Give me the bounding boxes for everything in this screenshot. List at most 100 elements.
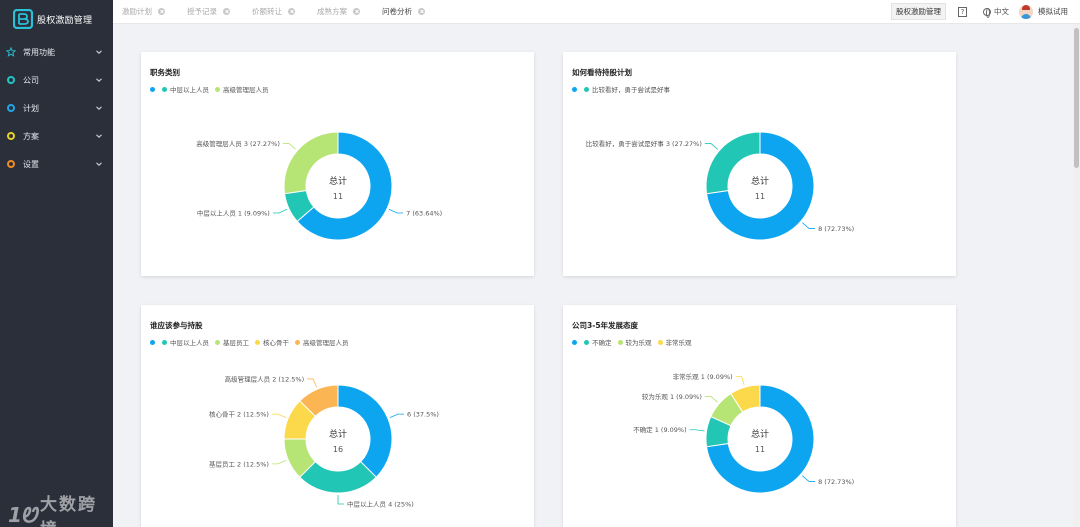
center-label: 总计 (329, 175, 347, 187)
ring-icon (6, 131, 16, 141)
center-label: 总计 (329, 428, 347, 440)
sidebar-item-label: 计划 (23, 103, 39, 113)
chevron-down-icon (95, 48, 103, 56)
close-icon[interactable] (353, 8, 360, 15)
slice-label: 高级管理层人员 3 (27.27%) (196, 139, 280, 148)
ring-icon (6, 103, 16, 113)
slice-label: 基层员工 2 (12.5%) (209, 459, 269, 468)
chevron-down-icon (95, 160, 103, 168)
sidebar-item-1[interactable]: 公司 (0, 66, 113, 94)
donut-chart: 8 (72.73%) 不确定 1 (9.09%) 较为乐观 1 (9.09%) 非常乐… (633, 372, 854, 494)
tab-2[interactable]: 价额转让 (252, 6, 295, 17)
close-icon[interactable] (223, 8, 230, 15)
leader-line (388, 208, 404, 214)
globe-icon (983, 7, 991, 18)
donut-chart: 8 (72.73%) 比较看好，勇于尝试是好事 3 (27.27%) 总计 11 (586, 131, 854, 241)
brand[interactable]: 股权激励管理 (0, 0, 113, 38)
leader-line (389, 413, 405, 418)
slice-label: 不确定 1 (9.09%) (633, 425, 687, 434)
leader-line (271, 460, 287, 465)
tab-bar: 激励计划 授予记录 价额转让 成熟方案 问卷分析 (113, 6, 891, 17)
module-switch-button[interactable]: 股权激励管理 (891, 3, 946, 20)
close-icon[interactable] (288, 8, 295, 15)
watermark: 1Ꮼ 大数跨境 (8, 490, 113, 527)
chart-card-company-outlook: 公司3-5年发展态度 不确定 较为乐观 非常乐观 8 (72.73%) 不确定 1 (9.… (563, 305, 956, 527)
scrollbar-thumb[interactable] (1074, 28, 1079, 168)
leader-line (704, 143, 718, 150)
sidebar-item-2[interactable]: 计划 (0, 94, 113, 122)
leader-line (282, 143, 296, 150)
leader-line (689, 429, 705, 432)
slice-label: 高级管理层人员 2 (12.5%) (225, 374, 305, 383)
slice-label: 核心骨干 2 (12.5%) (209, 410, 269, 419)
scrollbar[interactable] (1073, 24, 1080, 527)
center-total: 16 (333, 445, 343, 454)
center-label: 总计 (751, 428, 769, 440)
center-total: 11 (755, 445, 765, 454)
top-right-actions: 股权激励管理 ? 中文 模拟试用 (891, 3, 1080, 20)
sidebar-menu: 常用功能公司计划方案设置 (0, 38, 113, 178)
slice-label: 8 (72.73%) (818, 478, 854, 486)
slice-label: 比较看好，勇于尝试是好事 3 (27.27%) (586, 139, 702, 148)
tab-label: 激励计划 (122, 7, 152, 16)
sidebar: 股权激励管理 常用功能公司计划方案设置 1Ꮼ 大数跨境 (0, 0, 113, 527)
star-icon (6, 47, 16, 57)
leader-line (735, 376, 745, 386)
slice-label: 中层以上人员 4 (25%) (347, 500, 414, 509)
language-label: 中文 (994, 7, 1009, 16)
tab-label: 问卷分析 (382, 7, 412, 16)
ring-icon (6, 159, 16, 169)
sidebar-item-label: 公司 (23, 75, 39, 85)
leader-line (802, 475, 816, 482)
app-title: 股权激励管理 (37, 15, 93, 26)
leader-line (337, 495, 344, 505)
sidebar-item-0[interactable]: 常用功能 (0, 38, 113, 66)
sidebar-item-label: 设置 (23, 159, 39, 169)
chart-card-attitude-plan: 如何看待持股计划 比较看好，勇于尝试是好事 8 (72.73%) 比较看好，勇于尝试是… (563, 52, 956, 276)
chevron-down-icon (95, 76, 103, 84)
tab-label: 成熟方案 (317, 7, 347, 16)
donut-chart: 7 (63.64%) 中层以上人员 1 (9.09%) 高级管理层人员 3 (27.… (196, 131, 442, 241)
sidebar-item-label: 方案 (23, 131, 39, 141)
leader-line (272, 208, 288, 214)
leader-line (704, 396, 718, 403)
donut-chart: 6 (37.5%) 中层以上人员 4 (25%) 基层员工 2 (12.5%) 核心骨… (209, 374, 439, 509)
slice-label: 8 (72.73%) (818, 225, 854, 233)
watermark-text: 大数跨境 (40, 495, 98, 527)
help-icon[interactable]: ? (958, 6, 967, 17)
sidebar-item-label: 常用功能 (23, 47, 55, 57)
center-label: 总计 (751, 175, 769, 187)
top-bar: 激励计划 授予记录 价额转让 成熟方案 问卷分析 股权激励管理 ? 中文 模拟试用 (113, 0, 1080, 24)
slice-label: 较为乐观 1 (9.09%) (642, 392, 702, 401)
center-total: 11 (755, 192, 765, 201)
chart-card-who-participates: 谁应该参与持股 中层以上人员 基层员工 核心骨干 高级管理层人员 6 (37.5%) 中层以… (141, 305, 534, 527)
leader-line (307, 378, 317, 388)
slice-label: 非常乐观 1 (9.09%) (673, 372, 733, 381)
logo-icon (12, 8, 34, 30)
watermark-logo: 1Ꮼ (8, 503, 37, 527)
chart-card-job-category: 职务类别 中层以上人员 高级管理层人员 7 (63.64%) 中层以上人员 1 (9.0… (141, 52, 534, 276)
tab-label: 价额转让 (252, 7, 282, 16)
sidebar-item-4[interactable]: 设置 (0, 150, 113, 178)
close-icon[interactable] (418, 8, 425, 15)
close-icon[interactable] (158, 8, 165, 15)
leader-line (802, 222, 816, 229)
tab-1[interactable]: 授予记录 (187, 6, 230, 17)
leader-line (271, 413, 287, 418)
user-name: 模拟试用 (1038, 7, 1068, 16)
slice-label: 中层以上人员 1 (9.09%) (197, 209, 270, 218)
tab-4[interactable]: 问卷分析 (382, 6, 425, 17)
chevron-down-icon (95, 132, 103, 140)
sidebar-item-3[interactable]: 方案 (0, 122, 113, 150)
language-switcher[interactable]: 中文 (983, 6, 1009, 18)
slice-label: 6 (37.5%) (407, 411, 439, 419)
ring-icon (6, 75, 16, 85)
center-total: 11 (333, 192, 343, 201)
user-menu[interactable]: 模拟试用 (1019, 4, 1068, 19)
slice-label: 7 (63.64%) (406, 210, 442, 218)
chevron-down-icon (95, 104, 103, 112)
tab-0[interactable]: 激励计划 (122, 6, 165, 17)
avatar (1019, 4, 1033, 19)
tab-3[interactable]: 成熟方案 (317, 6, 360, 17)
tab-label: 授予记录 (187, 7, 217, 16)
